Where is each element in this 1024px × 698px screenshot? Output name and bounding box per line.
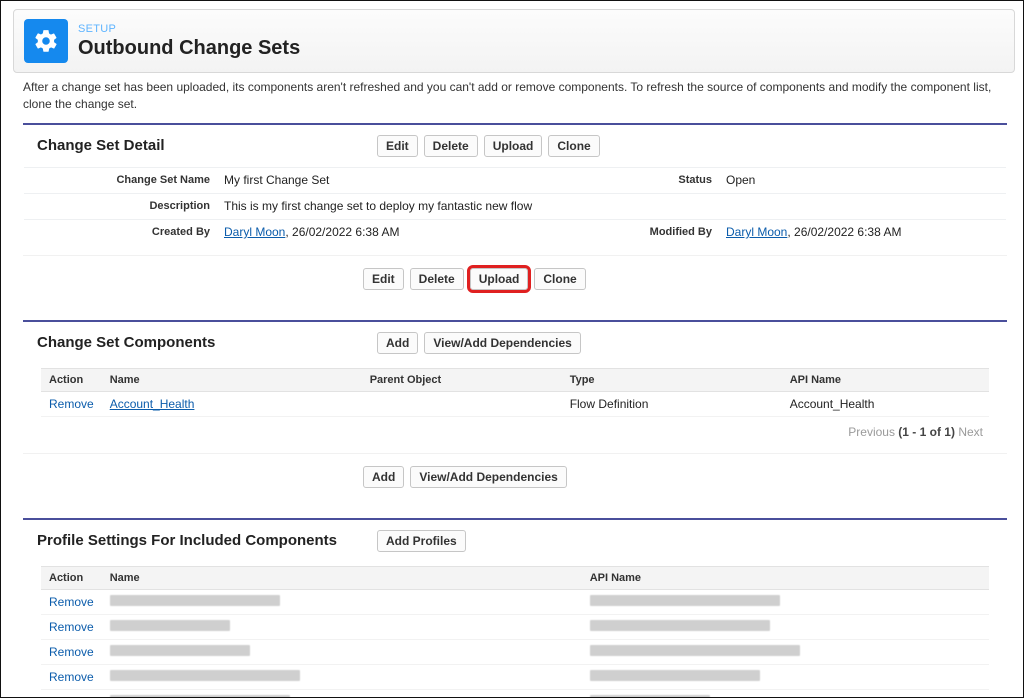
profile-name xyxy=(102,639,582,664)
profile-name xyxy=(102,689,582,698)
edit-button[interactable]: Edit xyxy=(377,135,418,157)
profile-api xyxy=(582,664,989,689)
edit-button-bottom[interactable]: Edit xyxy=(363,268,404,290)
label-change-set-name: Change Set Name xyxy=(24,174,224,186)
component-parent xyxy=(362,391,562,416)
section-title-detail: Change Set Detail xyxy=(37,137,357,154)
pcol-api: API Name xyxy=(582,566,989,589)
clone-button-bottom[interactable]: Clone xyxy=(534,268,585,290)
value-modified-by: Daryl Moon, 26/02/2022 6:38 AM xyxy=(726,225,1006,239)
remove-link[interactable]: Remove xyxy=(49,695,94,698)
col-type: Type xyxy=(562,368,782,391)
section-title-components: Change Set Components xyxy=(37,334,357,351)
page-header: SETUP Outbound Change Sets xyxy=(13,9,1015,73)
add-component-button-bottom[interactable]: Add xyxy=(363,466,404,488)
add-component-button[interactable]: Add xyxy=(377,332,418,354)
component-name-link[interactable]: Account_Health xyxy=(110,397,195,411)
profile-api xyxy=(582,639,989,664)
profile-name xyxy=(102,589,582,614)
upload-button-highlighted[interactable]: Upload xyxy=(470,268,529,290)
profile-api xyxy=(582,614,989,639)
table-row: RemoveAccount_HealthFlow DefinitionAccou… xyxy=(41,391,989,416)
view-add-dependencies-button[interactable]: View/Add Dependencies xyxy=(424,332,581,354)
profile-name xyxy=(102,664,582,689)
label-status: Status xyxy=(606,174,726,186)
help-text: After a change set has been uploaded, it… xyxy=(23,79,1007,113)
remove-link[interactable]: Remove xyxy=(49,397,94,411)
col-action: Action xyxy=(41,368,102,391)
label-modified-by: Modified By xyxy=(606,226,726,238)
table-row: Remove xyxy=(41,614,989,639)
value-created-by: Daryl Moon, 26/02/2022 6:38 AM xyxy=(224,225,606,239)
col-api: API Name xyxy=(782,368,989,391)
label-created-by: Created By xyxy=(24,226,224,238)
table-row: Remove xyxy=(41,589,989,614)
created-by-ts: , 26/02/2022 6:38 AM xyxy=(285,225,399,239)
detail-button-row-top: Edit Delete Upload Clone xyxy=(377,135,600,157)
upload-button[interactable]: Upload xyxy=(484,135,543,157)
pager-next[interactable]: Next xyxy=(958,425,983,439)
delete-button-bottom[interactable]: Delete xyxy=(410,268,464,290)
modified-by-ts: , 26/02/2022 6:38 AM xyxy=(787,225,901,239)
profile-api xyxy=(582,589,989,614)
change-set-components-section: Change Set Components Add View/Add Depen… xyxy=(23,320,1007,500)
delete-button[interactable]: Delete xyxy=(424,135,478,157)
component-api: Account_Health xyxy=(782,391,989,416)
value-change-set-name: My first Change Set xyxy=(224,173,606,187)
table-row: Remove xyxy=(41,639,989,664)
view-add-dependencies-button-bottom[interactable]: View/Add Dependencies xyxy=(410,466,567,488)
profile-name xyxy=(102,614,582,639)
pager-range: (1 - 1 of 1) xyxy=(898,425,955,439)
pcol-name: Name xyxy=(102,566,582,589)
remove-link[interactable]: Remove xyxy=(49,670,94,684)
table-row: Remove xyxy=(41,664,989,689)
component-type: Flow Definition xyxy=(562,391,782,416)
add-profiles-button[interactable]: Add Profiles xyxy=(377,530,466,552)
col-name: Name xyxy=(102,368,362,391)
components-button-row-bottom: Add View/Add Dependencies xyxy=(23,453,1007,500)
components-pager: Previous (1 - 1 of 1) Next xyxy=(41,417,989,443)
clone-button[interactable]: Clone xyxy=(548,135,599,157)
components-table: Action Name Parent Object Type API Name … xyxy=(41,368,989,417)
pcol-action: Action xyxy=(41,566,102,589)
profiles-table: Action Name API Name Remove Remove Remove R… xyxy=(41,566,989,698)
created-by-user-link[interactable]: Daryl Moon xyxy=(224,225,285,239)
profile-settings-section: Profile Settings For Included Components… xyxy=(23,518,1007,698)
change-set-detail-section: Change Set Detail Edit Delete Upload Clo… xyxy=(23,123,1007,302)
setup-label: SETUP xyxy=(78,23,300,35)
section-title-profiles: Profile Settings For Included Components xyxy=(37,532,357,549)
detail-button-row-bottom: Edit Delete Upload Clone xyxy=(23,255,1007,302)
pager-prev[interactable]: Previous xyxy=(848,425,895,439)
page-title: Outbound Change Sets xyxy=(78,37,300,60)
profile-api xyxy=(582,689,989,698)
gear-icon xyxy=(24,19,68,63)
table-row: Remove xyxy=(41,689,989,698)
value-status: Open xyxy=(726,173,1006,187)
value-description: This is my first change set to deploy my… xyxy=(224,199,1006,213)
remove-link[interactable]: Remove xyxy=(49,620,94,634)
modified-by-user-link[interactable]: Daryl Moon xyxy=(726,225,787,239)
remove-link[interactable]: Remove xyxy=(49,595,94,609)
remove-link[interactable]: Remove xyxy=(49,645,94,659)
col-parent: Parent Object xyxy=(362,368,562,391)
label-description: Description xyxy=(24,200,224,212)
